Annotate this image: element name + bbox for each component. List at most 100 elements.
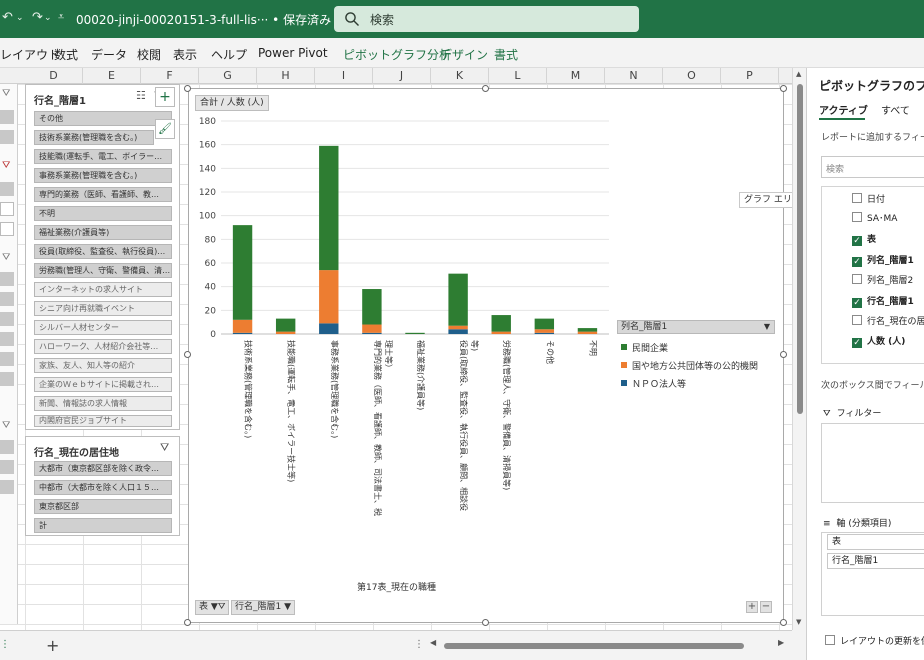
tab-data[interactable]: データ [91, 46, 127, 63]
field-item[interactable]: ✓ 人数 (人) [852, 334, 905, 348]
resize-handle[interactable] [780, 351, 787, 358]
slicer-stub-item[interactable] [0, 372, 14, 386]
collapse-field-button[interactable]: − [760, 601, 772, 613]
column-header-n[interactable]: N [605, 68, 663, 84]
slicer-item[interactable]: 中都市（大都市を除く人口１５… [34, 480, 172, 495]
pivot-chart[interactable]: 合計 / 人数 (人) 0 20 40 60 80 100 120 140 160 180 技術系業… [188, 88, 784, 623]
field-item[interactable]: 列名_階層2 [852, 273, 913, 286]
slicer-stub-item[interactable] [0, 130, 14, 144]
column-header-d[interactable]: D [25, 68, 83, 84]
scroll-left-icon[interactable]: ◀ [430, 638, 436, 647]
tab-pivotchart-analyze[interactable]: ピボットグラフ分析 [343, 46, 451, 63]
checkbox-checked-icon[interactable]: ✓ [852, 298, 862, 308]
slicer-stub-item[interactable] [0, 352, 14, 366]
filter-clear-icon[interactable]: ⛛ [2, 160, 10, 171]
horizontal-scroll-thumb[interactable] [444, 643, 744, 649]
checkbox-checked-icon[interactable]: ✓ [852, 257, 862, 267]
slicer-item[interactable]: 技能職(運転手、電工、ボイラー… [34, 149, 172, 164]
redo-dropdown-icon[interactable]: ⌄ [44, 13, 52, 23]
add-sheet-icon[interactable]: + [46, 636, 59, 655]
field-item[interactable]: SA･MA [852, 211, 897, 224]
resize-handle[interactable] [780, 619, 787, 626]
checkbox-checked-icon[interactable]: ✓ [852, 338, 862, 348]
resize-handle[interactable] [482, 85, 489, 92]
slicer-residence[interactable]: 行名_現在の居住地 ⛛ 大都市（東京都区部を除く政令… 中都市（大都市を除く人口… [25, 436, 180, 536]
slicer-stub-item[interactable] [0, 272, 14, 286]
column-header-m[interactable]: M [547, 68, 605, 84]
resize-handle[interactable] [184, 351, 191, 358]
tab-active-fields[interactable]: アクティブ [819, 102, 868, 117]
slicer-stub-item[interactable] [0, 440, 14, 454]
search-box[interactable]: 検索 [334, 6, 639, 32]
tab-view[interactable]: 表示 [173, 46, 197, 63]
column-header-j[interactable]: J [373, 68, 431, 84]
filter-clear-icon[interactable]: ⛛ [2, 420, 10, 431]
column-header-i[interactable]: I [315, 68, 373, 84]
slicer-item[interactable]: 役員(取締役、監査役、執行役員)… [34, 244, 172, 259]
tab-review[interactable]: 校閲 [137, 46, 161, 63]
column-header-e[interactable]: E [83, 68, 141, 84]
slicer-item[interactable]: 労務職(管理人、守衛、警備員、清… [34, 263, 172, 278]
slicer-item[interactable]: シルバー人材センター [34, 320, 172, 335]
clear-filter-icon[interactable]: ⛛ [160, 441, 169, 455]
hscroll-options-icon[interactable]: ⋮ [414, 639, 424, 650]
slicer-stub-item[interactable] [0, 332, 14, 346]
checkbox-checked-icon[interactable]: ✓ [852, 236, 862, 246]
scroll-down-icon[interactable]: ▼ [796, 618, 801, 626]
sheet-nav-icon[interactable]: ⋮ [0, 639, 10, 650]
customize-toolbar-icon[interactable]: ⩡ [58, 10, 64, 24]
checkbox-icon[interactable] [825, 635, 835, 645]
slicer-item[interactable]: 新聞、情報誌の求人情報 [34, 396, 172, 411]
column-header-l[interactable]: L [489, 68, 547, 84]
tab-layout[interactable]: レイアウト [0, 46, 60, 63]
vertical-scrollbar[interactable]: ▲ ▼ [792, 68, 806, 630]
slicer-item[interactable]: 家族、友人、知人等の紹介 [34, 358, 172, 373]
slicer-item[interactable]: シニア向け再就職イベント [34, 301, 172, 316]
undo-arrow-icon[interactable]: ↶ [2, 10, 13, 25]
column-header-k[interactable]: K [431, 68, 489, 84]
column-header-o[interactable]: O [663, 68, 721, 84]
multi-select-icon[interactable]: ☷ [136, 89, 146, 102]
tab-formulas[interactable]: 数式 [54, 46, 78, 63]
scroll-up-icon[interactable]: ▲ [796, 70, 801, 78]
vertical-scroll-thumb[interactable] [797, 84, 803, 414]
slicer-item[interactable]: その他 [34, 111, 172, 126]
slicer-stub-item[interactable] [0, 222, 14, 236]
field-item[interactable]: 行名_現在の居 [852, 314, 924, 327]
slicer-stub-item[interactable] [0, 182, 14, 196]
horizontal-scrollbar[interactable]: ◀ ▶ [424, 638, 790, 650]
slicer-stub-item[interactable] [0, 110, 14, 124]
axis-field-item[interactable]: 行名_階層1 [827, 553, 924, 569]
redo-icon[interactable]: ↷ [32, 10, 43, 25]
slicer-stub-item[interactable] [0, 480, 14, 494]
slicer-item[interactable]: 大都市（東京都区部を除く政令… [34, 461, 172, 476]
tab-help[interactable]: ヘルプ [211, 46, 247, 63]
slicer-stub-item[interactable] [0, 202, 14, 216]
axis-field-button-row[interactable]: 行名_階層1 ▼ [231, 600, 296, 615]
chart-style-brush-icon[interactable]: 🖌 [155, 119, 175, 139]
column-header-p[interactable]: P [721, 68, 779, 84]
slicer-item[interactable]: 技術系業務(管理職を含む。) [34, 130, 154, 145]
filter-clear-icon[interactable]: ⛛ [2, 88, 10, 99]
checkbox-icon[interactable] [852, 212, 862, 222]
field-item[interactable]: 日付 [852, 192, 885, 205]
tab-format[interactable]: 書式 [494, 46, 518, 63]
field-item[interactable]: ✓ 行名_階層1 [852, 294, 914, 308]
undo-dropdown-icon[interactable]: ⌄ [16, 13, 24, 23]
resize-handle[interactable] [780, 85, 787, 92]
tab-power-pivot[interactable]: Power Pivot [258, 46, 328, 60]
defer-update-option[interactable]: レイアウトの更新を保 [825, 634, 924, 647]
resize-handle[interactable] [184, 85, 191, 92]
slicer-item[interactable]: 不明 [34, 206, 172, 221]
axis-field-item[interactable]: 表 [827, 534, 924, 550]
checkbox-icon[interactable] [852, 274, 862, 284]
slicer-stub-item[interactable] [0, 312, 14, 326]
slicer-item[interactable]: ハローワーク、人材紹介会社等… [34, 339, 172, 354]
resize-handle[interactable] [482, 619, 489, 626]
checkbox-icon[interactable] [852, 193, 862, 203]
slicer-item[interactable]: 東京都区部 [34, 499, 172, 514]
document-title[interactable]: 00020-jinji-00020151-3-full-lis··· • 保存済… [76, 11, 345, 28]
column-header-f[interactable]: F [141, 68, 199, 84]
tab-all-fields[interactable]: すべて [881, 102, 910, 117]
add-element-icon[interactable]: + [155, 87, 175, 107]
